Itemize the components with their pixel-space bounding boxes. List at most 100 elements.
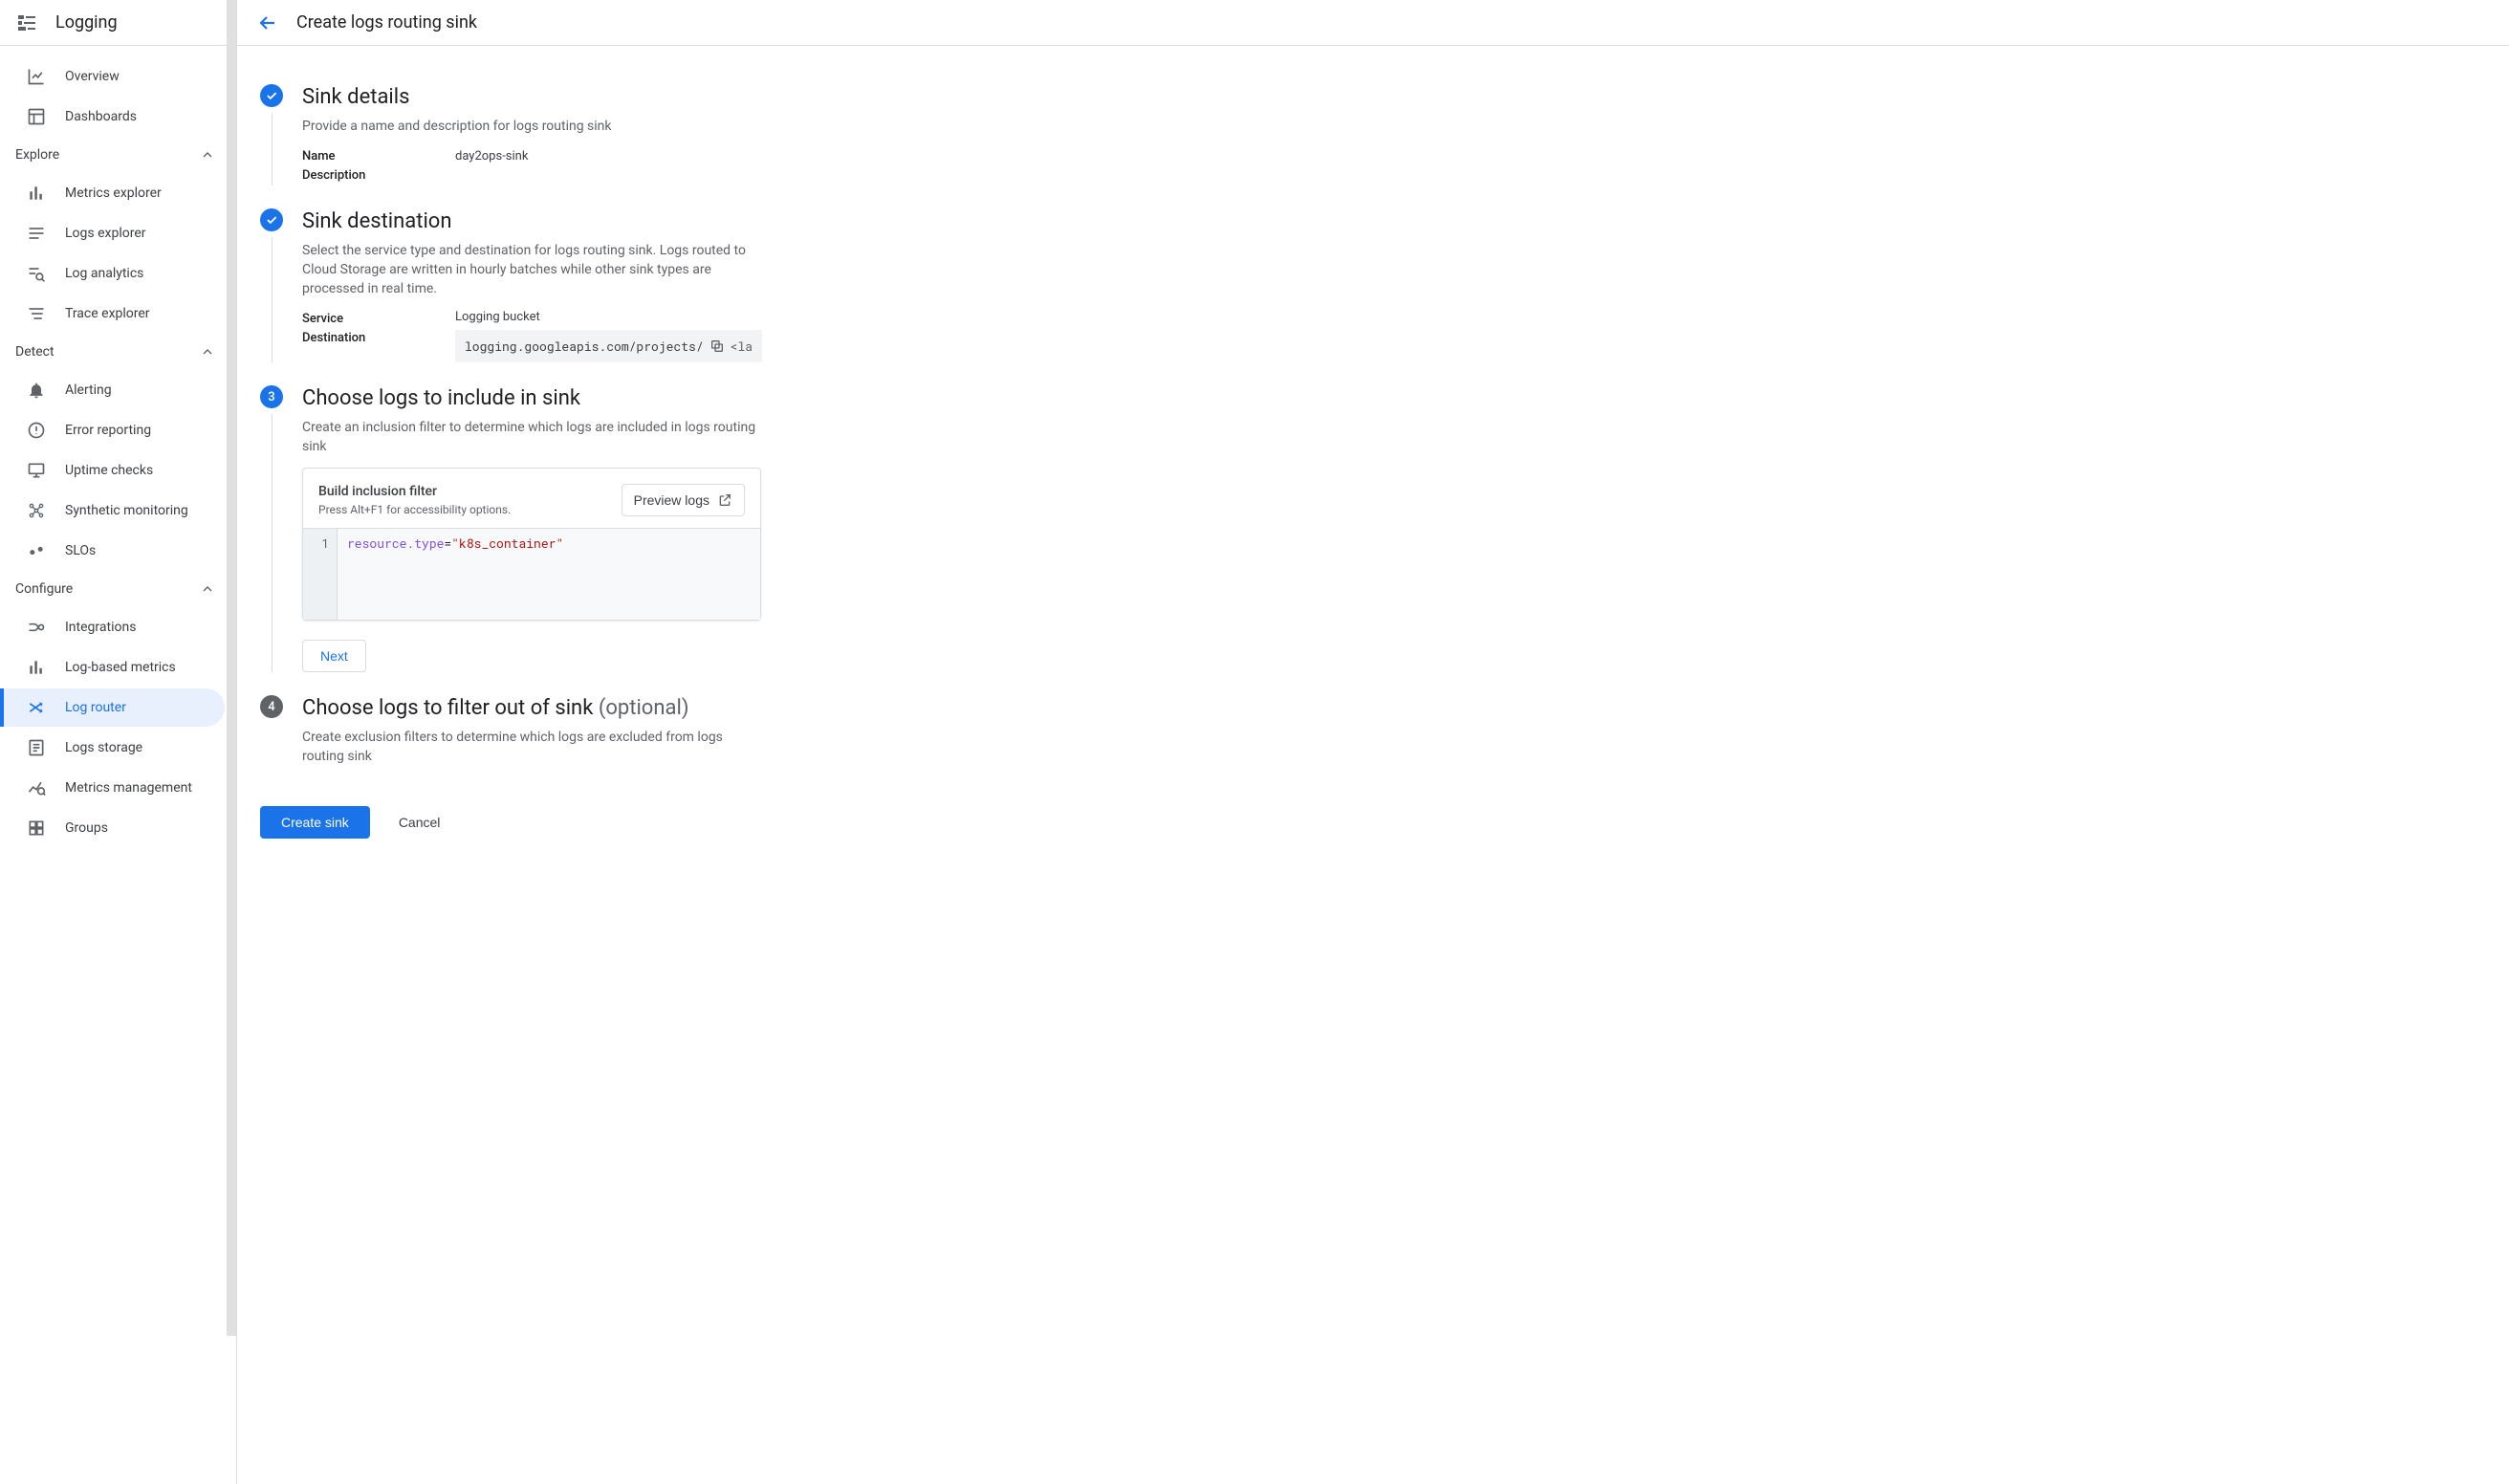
sidebar-item-log-analytics[interactable]: Log analytics: [4, 254, 225, 293]
sidebar-item-metrics-explorer[interactable]: Metrics explorer: [4, 174, 225, 212]
sidebar-item-label: Alerting: [65, 382, 112, 398]
sidebar-item-overview[interactable]: Overview: [4, 57, 225, 96]
integrations-icon: [27, 618, 46, 637]
sidebar-item-slos[interactable]: SLOs: [4, 532, 225, 570]
sidebar-item-label: Uptime checks: [65, 463, 153, 478]
sidebar: Logging Overview Dashboards Explore: [0, 0, 237, 1484]
step-sink-details: Sink details Provide a name and descript…: [260, 84, 1021, 208]
bell-icon: [27, 381, 46, 400]
section-label: Explore: [15, 147, 59, 163]
storage-icon: [27, 738, 46, 757]
scrollbar[interactable]: [227, 0, 236, 1336]
footer-actions: Create sink Cancel: [260, 800, 1021, 839]
step-subtitle: Provide a name and description for logs …: [302, 117, 761, 136]
filter-value: "k8s_container": [451, 535, 563, 552]
sidebar-item-integrations[interactable]: Integrations: [4, 608, 225, 646]
sidebar-item-label: Log analytics: [65, 266, 143, 281]
error-icon: [27, 421, 46, 440]
analytics-icon: [27, 264, 46, 283]
sidebar-item-label: Synthetic monitoring: [65, 503, 188, 518]
trace-icon: [27, 304, 46, 323]
sidebar-item-label: Trace explorer: [65, 306, 150, 321]
sidebar-item-alerting[interactable]: Alerting: [4, 371, 225, 409]
sidebar-item-dashboards[interactable]: Dashboards: [4, 98, 225, 136]
preview-logs-button[interactable]: Preview logs: [622, 484, 745, 516]
metrics-mgmt-icon: [27, 778, 46, 797]
step-title: Sink details: [302, 84, 998, 111]
filter-key: resource.type: [347, 535, 444, 552]
step-number-badge: 3: [260, 385, 283, 408]
sidebar-item-label: Groups: [65, 820, 108, 836]
dashboards-icon: [27, 107, 46, 126]
inclusion-filter-editor: Build inclusion filter Press Alt+F1 for …: [302, 468, 761, 621]
name-value: day2ops-sink: [455, 147, 528, 166]
optional-hint: (optional): [599, 696, 689, 720]
section-toggle-detect[interactable]: Detect: [0, 335, 236, 369]
destination-label: Destination: [302, 329, 455, 348]
back-arrow-icon[interactable]: [256, 11, 279, 34]
editor-hint: Press Alt+F1 for accessibility options.: [318, 503, 511, 516]
sidebar-item-label: SLOs: [65, 543, 96, 558]
chevron-up-icon: [200, 147, 215, 163]
preview-logs-label: Preview logs: [634, 492, 709, 508]
section-label: Configure: [15, 581, 73, 597]
sidebar-item-label: Integrations: [65, 620, 136, 635]
monitor-icon: [27, 461, 46, 480]
step-choose-logs-include: 3 Choose logs to include in sink Create …: [260, 385, 1021, 695]
sidebar-item-log-based-metrics[interactable]: Log-based metrics: [4, 648, 225, 687]
router-icon: [27, 698, 46, 717]
sidebar-item-logs-explorer[interactable]: Logs explorer: [4, 214, 225, 252]
bar-chart-icon: [27, 658, 46, 677]
section-label: Detect: [15, 344, 55, 360]
sidebar-item-groups[interactable]: Groups: [4, 809, 225, 847]
step-number-badge: 4: [260, 695, 283, 718]
create-sink-button[interactable]: Create sink: [260, 806, 370, 839]
product-title: Logging: [55, 12, 118, 33]
open-in-new-icon: [717, 492, 732, 508]
description-label: Description: [302, 166, 455, 186]
synthetic-icon: [27, 501, 46, 520]
sidebar-item-label: Overview: [65, 69, 120, 84]
main: Create logs routing sink Sink details Pr…: [237, 0, 2509, 1484]
sidebar-item-logs-storage[interactable]: Logs storage: [4, 729, 225, 767]
sidebar-item-label: Metrics explorer: [65, 186, 162, 201]
sidebar-item-label: Metrics management: [65, 780, 192, 796]
step-choose-logs-exclude: 4 Choose logs to filter out of sink (opt…: [260, 695, 1021, 800]
sidebar-item-label: Error reporting: [65, 423, 151, 438]
copy-icon[interactable]: [709, 338, 725, 354]
step-title: Choose logs to filter out of sink (optio…: [302, 695, 998, 722]
sidebar-item-synthetic-monitoring[interactable]: Synthetic monitoring: [4, 491, 225, 530]
sidebar-item-trace-explorer[interactable]: Trace explorer: [4, 295, 225, 333]
page-title: Create logs routing sink: [296, 12, 477, 33]
sidebar-item-label: Logs storage: [65, 740, 142, 755]
bar-chart-icon: [27, 184, 46, 203]
section-toggle-explore[interactable]: Explore: [0, 138, 236, 172]
step-subtitle: Select the service type and destination …: [302, 241, 761, 298]
section-toggle-configure[interactable]: Configure: [0, 572, 236, 606]
groups-icon: [27, 818, 46, 838]
page-header: Create logs routing sink: [237, 0, 2509, 46]
step-subtitle: Create an inclusion filter to determine …: [302, 418, 761, 456]
filter-code-area[interactable]: 1 resource.type="k8s_container": [303, 528, 760, 620]
cancel-button[interactable]: Cancel: [393, 814, 447, 831]
step-subtitle: Create exclusion filters to determine wh…: [302, 728, 723, 766]
list-icon: [27, 224, 46, 243]
chevron-up-icon: [200, 344, 215, 360]
name-label: Name: [302, 147, 455, 166]
overview-icon: [27, 67, 46, 86]
service-label: Service: [302, 310, 455, 329]
sidebar-item-label: Log-based metrics: [65, 660, 176, 675]
step-title: Choose logs to include in sink: [302, 385, 998, 412]
step-complete-icon: [260, 84, 283, 107]
sidebar-item-log-router[interactable]: Log router: [4, 688, 225, 727]
slo-icon: [27, 541, 46, 560]
destination-value-truncated: <la: [731, 338, 753, 355]
sidebar-item-uptime-checks[interactable]: Uptime checks: [4, 451, 225, 490]
step-sink-destination: Sink destination Select the service type…: [260, 208, 1021, 385]
product-header: Logging: [0, 0, 236, 46]
sidebar-item-metrics-management[interactable]: Metrics management: [4, 769, 225, 807]
next-button[interactable]: Next: [302, 640, 366, 672]
step-complete-icon: [260, 208, 283, 231]
sidebar-item-error-reporting[interactable]: Error reporting: [4, 411, 225, 449]
logging-product-icon: [15, 11, 38, 34]
